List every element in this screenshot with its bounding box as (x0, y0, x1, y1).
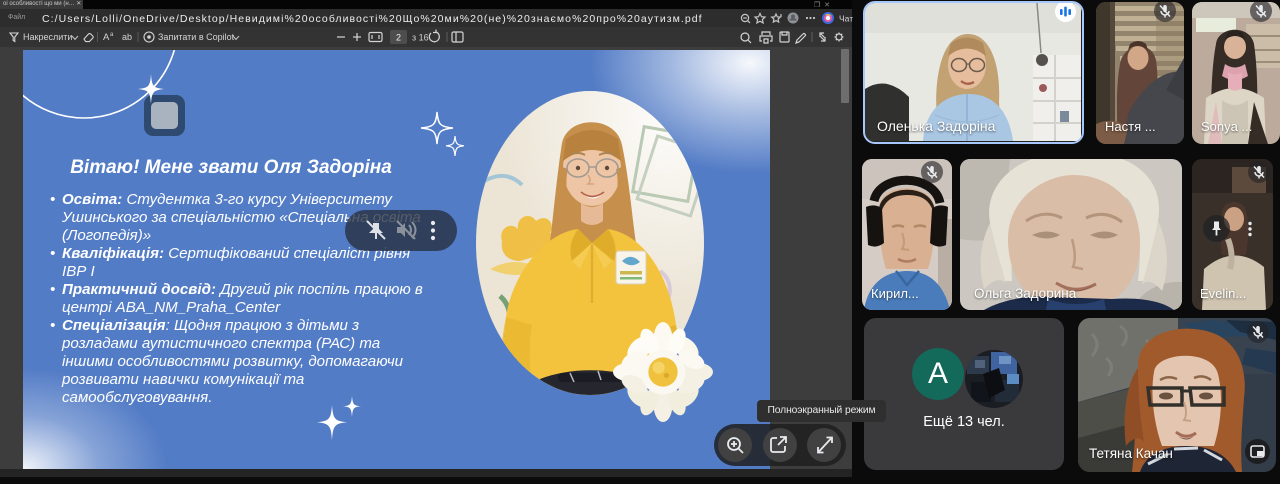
svg-text:з 16: з 16 (412, 33, 429, 43)
svg-text:Накреслити: Накреслити (23, 32, 72, 42)
svg-text:ab: ab (122, 32, 132, 42)
svg-text:2: 2 (396, 33, 401, 43)
svg-text:Запитати в Copilot: Запитати в Copilot (158, 32, 235, 42)
svg-text:a: a (110, 32, 114, 38)
svg-text:Чат: Чат (839, 14, 853, 24)
svg-text:A: A (103, 32, 110, 43)
